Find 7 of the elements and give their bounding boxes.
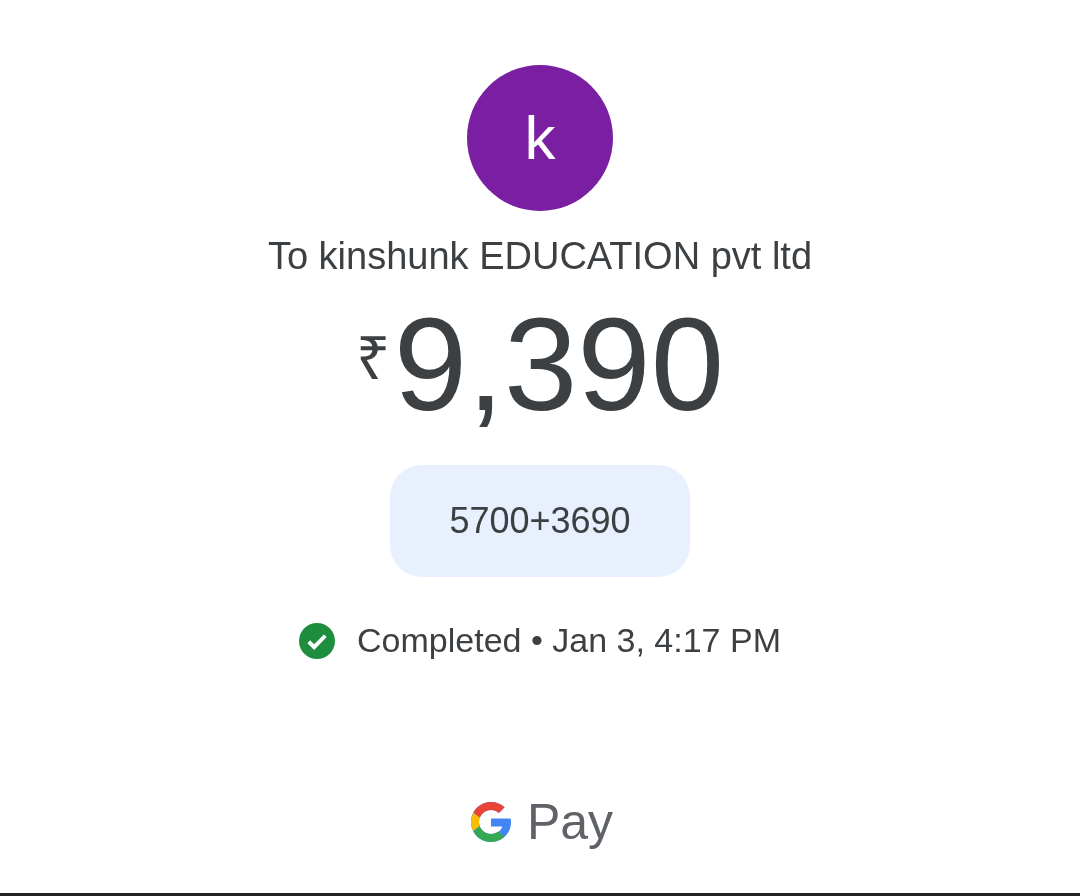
- payment-note: 5700+3690: [390, 465, 690, 577]
- avatar: k: [467, 65, 613, 211]
- amount-value: 9,390: [393, 299, 725, 431]
- recipient-name: To kinshunk EDUCATION pvt ltd: [267, 234, 813, 279]
- brand-wordmark: Pay: [526, 793, 614, 851]
- status-text: Completed • Jan 3, 4:17 PM: [357, 621, 781, 660]
- currency-symbol: ₹: [355, 329, 390, 389]
